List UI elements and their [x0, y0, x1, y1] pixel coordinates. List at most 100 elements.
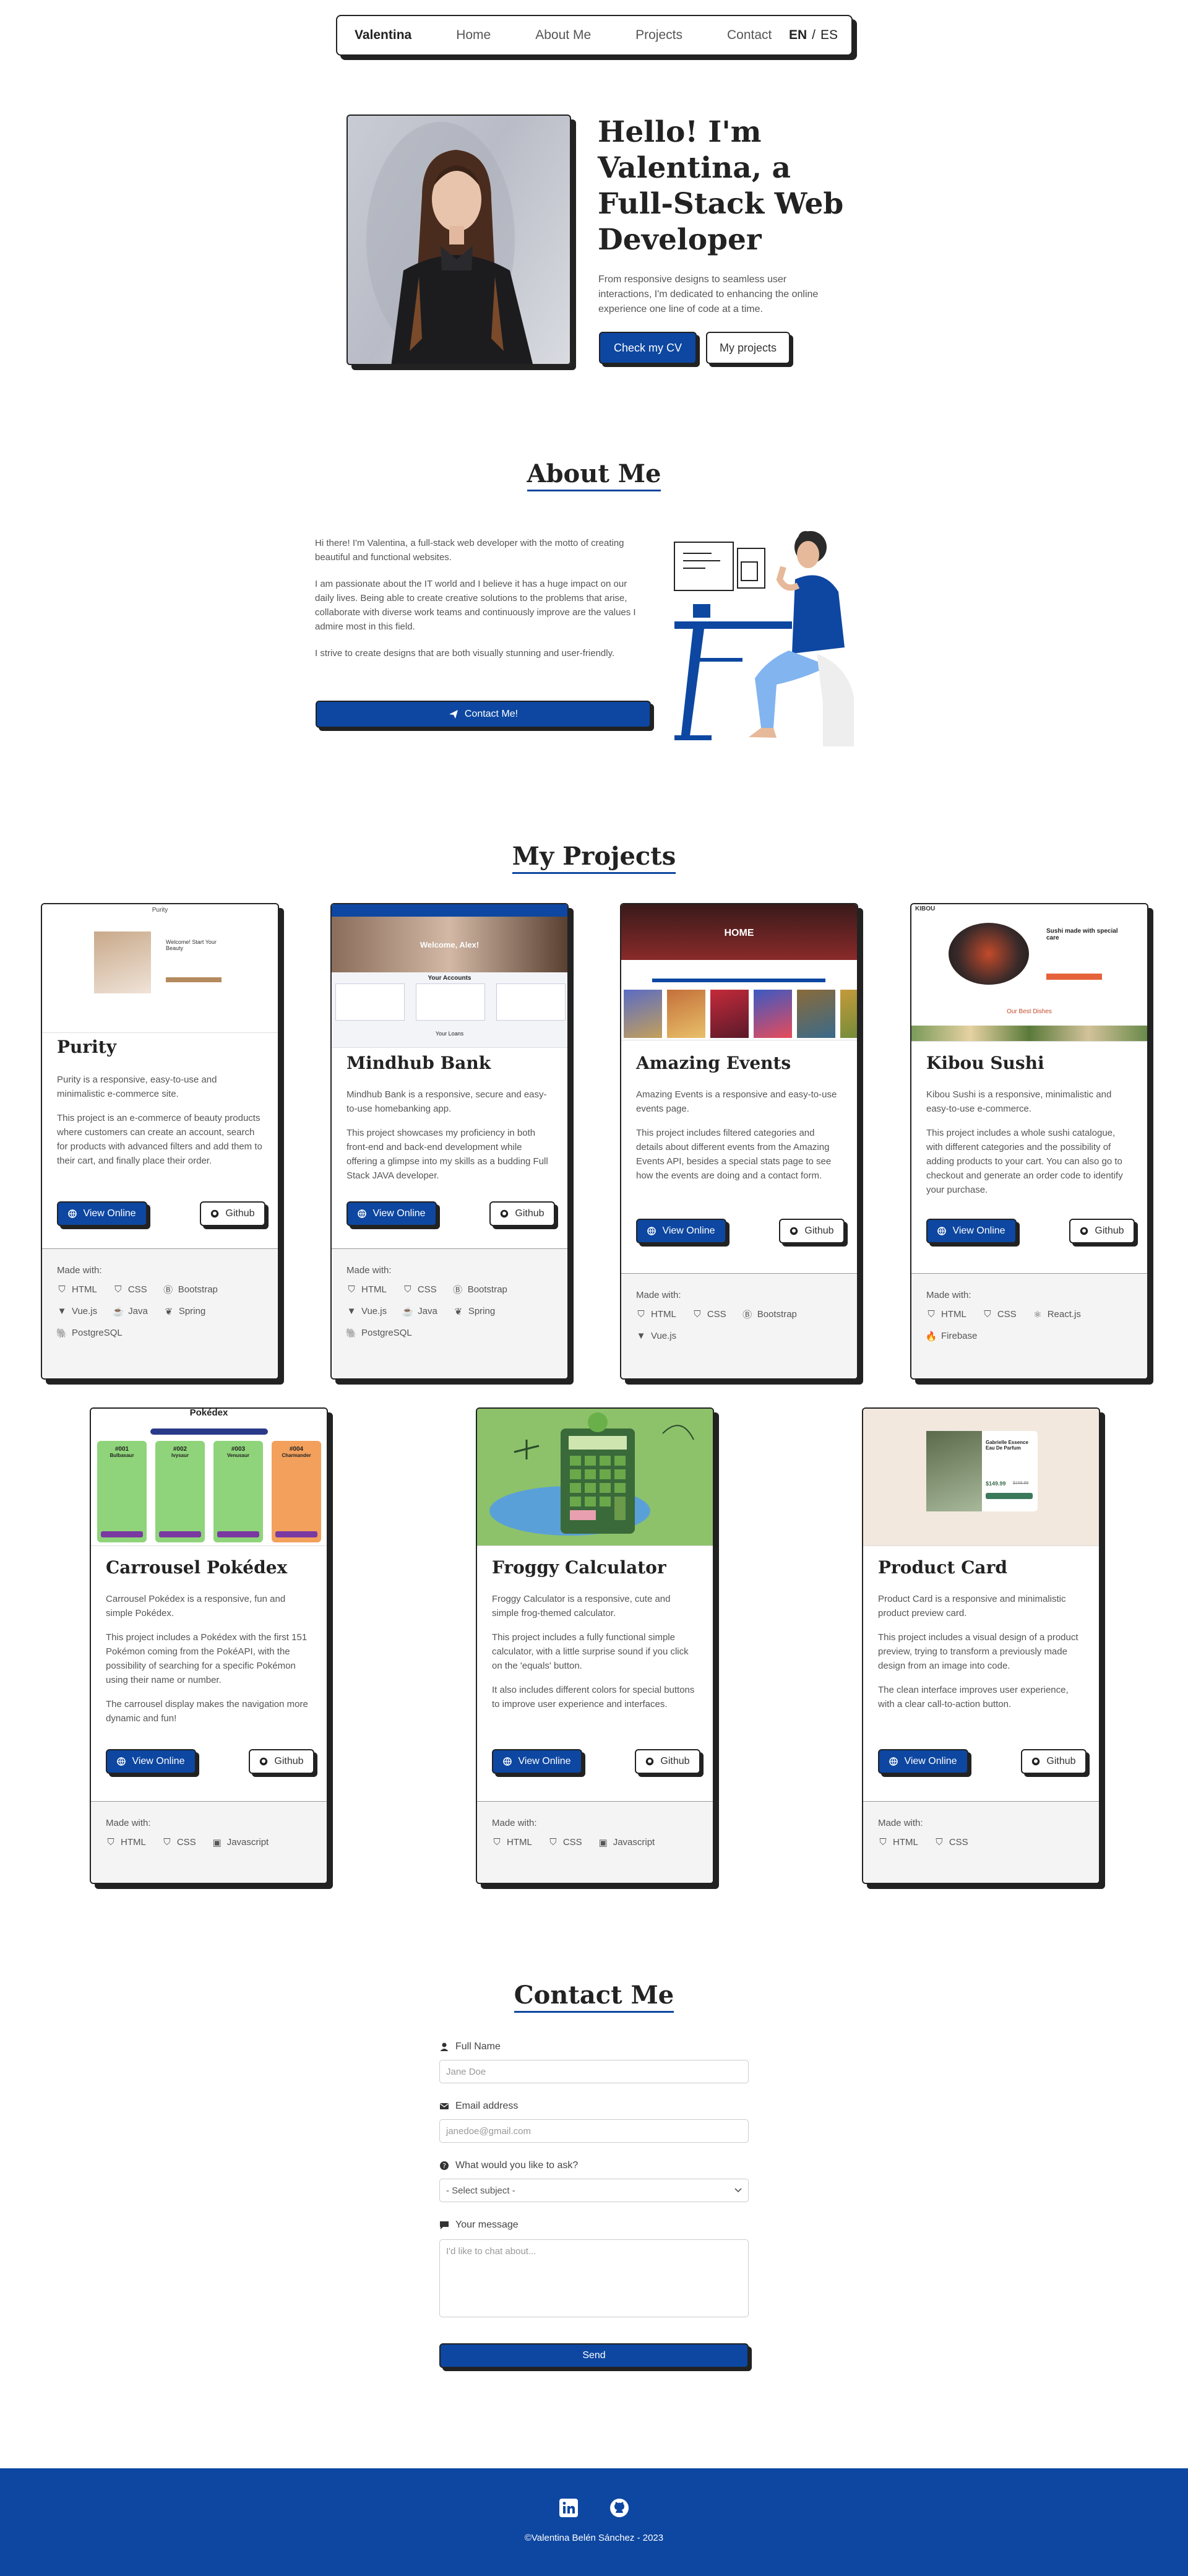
tech-label: React.js: [1047, 1309, 1081, 1320]
view-online-button[interactable]: View Online: [106, 1749, 196, 1774]
java-icon: ☕: [112, 1306, 124, 1317]
preview-perfume-image: [926, 1431, 982, 1511]
github-icon[interactable]: [609, 2498, 629, 2518]
project-title: Carrousel Pokédex: [106, 1557, 288, 1578]
lang-es[interactable]: ES: [820, 28, 838, 43]
view-online-button[interactable]: View Online: [492, 1749, 582, 1774]
view-online-label: View Online: [662, 1225, 715, 1236]
my-projects-button[interactable]: My projects: [706, 332, 790, 364]
tech-html: ⛉ HTML: [878, 1837, 918, 1848]
footer-social-links: [0, 2498, 1188, 2518]
linkedin-icon[interactable]: [559, 2498, 579, 2518]
project-description: Product Card is a responsive and minimal…: [878, 1592, 1084, 1721]
email-input[interactable]: janedoe@gmail.com: [439, 2119, 749, 2143]
tech-html: ⛉ HTML: [106, 1837, 145, 1848]
view-online-button[interactable]: View Online: [878, 1749, 968, 1774]
email-label: Email address: [439, 2101, 518, 2112]
preview-pokemon-card: #003 Venusaur: [213, 1441, 263, 1542]
lang-en[interactable]: EN: [789, 28, 807, 43]
message-icon: [440, 2221, 449, 2229]
project-description: Amazing Events is a responsive and easy-…: [636, 1087, 842, 1193]
github-button[interactable]: Github: [635, 1749, 700, 1774]
tech-javascript: ▣ Javascript: [598, 1837, 655, 1848]
tech-label: PostgreSQL: [72, 1328, 123, 1338]
nav-brand[interactable]: Valentina: [355, 28, 411, 43]
contact-me-button[interactable]: Contact Me!: [316, 701, 651, 728]
project-desc-paragraph: Product Card is a responsive and minimal…: [878, 1594, 1066, 1619]
made-with-label: Made with:: [878, 1818, 923, 1828]
tech-list: ⛉ HTML ⛉ CSS: [878, 1837, 1084, 1848]
github-label: Github: [1046, 1756, 1076, 1766]
github-button[interactable]: Github: [200, 1201, 265, 1226]
footer-copyright: ©Valentina Belén Sánchez - 2023: [524, 2533, 664, 2543]
subject-select[interactable]: - Select subject -: [439, 2179, 749, 2202]
view-online-button[interactable]: View Online: [926, 1219, 1017, 1243]
project-desc-paragraph: The clean interface improves user experi…: [878, 1685, 1069, 1709]
preview-logo: Purity: [152, 907, 168, 914]
tech-label: CSS: [127, 1284, 147, 1295]
preview-event-card: [840, 990, 857, 1038]
tech-label: CSS: [707, 1309, 726, 1320]
github-button[interactable]: Github: [1069, 1219, 1135, 1243]
nav-link-home[interactable]: Home: [456, 28, 491, 43]
check-cv-button[interactable]: Check my CV: [599, 332, 697, 364]
github-button[interactable]: Github: [249, 1749, 314, 1774]
globe-icon: [117, 1757, 126, 1766]
view-online-button[interactable]: View Online: [346, 1201, 437, 1226]
full-name-input[interactable]: Jane Doe: [439, 2060, 749, 2083]
project-desc-paragraph: Froggy Calculator is a responsive, cute …: [492, 1594, 671, 1619]
css3-icon: ⛉: [163, 1837, 171, 1848]
nav-link-projects[interactable]: Projects: [635, 28, 682, 43]
made-with-section: Made with: ⛉ HTML ⛉ CSS Ⓑ Bootstrap ▼ Vue.js…: [42, 1248, 278, 1378]
nav-link-contact[interactable]: Contact: [727, 28, 772, 43]
tech-list: ⛉ HTML ⛉ CSS ⚛ React.js 🔥 Firebase: [926, 1309, 1132, 1342]
preview-cta-bar: [1046, 974, 1102, 980]
lang-separator: /: [812, 28, 816, 42]
preview-old-price: $169.99: [1013, 1481, 1029, 1485]
css3-icon: ⛉: [936, 1837, 943, 1848]
tech-html: ⛉ HTML: [492, 1837, 532, 1848]
tech-vue: ▼ Vue.js: [636, 1331, 677, 1341]
tech-label: Vue.js: [651, 1331, 677, 1341]
github-label: Github: [804, 1225, 834, 1236]
preview-dishes-row: [911, 1026, 1147, 1041]
project-card-amazing-events: HOME Amazing Events Amazing Events is a …: [620, 903, 858, 1380]
project-title: Product Card: [878, 1557, 1007, 1578]
hero-portrait-photo: [346, 115, 571, 365]
github-button[interactable]: Github: [779, 1219, 845, 1243]
view-online-button[interactable]: View Online: [57, 1201, 147, 1226]
about-title-text: About Me: [527, 459, 661, 491]
nav-link-about[interactable]: About Me: [535, 28, 591, 43]
github-button[interactable]: Github: [1021, 1749, 1087, 1774]
project-description: Purity is a responsive, easy-to-use and …: [57, 1073, 263, 1178]
tech-label: Vue.js: [72, 1306, 98, 1316]
email-label-text: Email address: [455, 2101, 519, 2111]
project-desc-paragraph: Kibou Sushi is a responsive, minimalisti…: [926, 1089, 1112, 1114]
preview-pokemon-name: Venusaur: [226, 1453, 249, 1458]
send-button[interactable]: Send: [439, 2343, 749, 2368]
tech-label: CSS: [176, 1837, 196, 1848]
preview-cta-bar: [166, 977, 222, 982]
tech-label: CSS: [417, 1284, 437, 1295]
made-with-section: Made with: ⛉ HTML ⛉ CSS Ⓑ Bootstrap ▼ Vue.js…: [332, 1248, 567, 1378]
project-description: Carrousel Pokédex is a responsive, fun a…: [106, 1592, 312, 1735]
made-with-section: Made with: ⛉ HTML ⛉ CSS ⚛ React.js 🔥 Firebas…: [911, 1273, 1147, 1378]
preview-product-image: [94, 931, 151, 993]
bootstrap-icon: Ⓑ: [163, 1285, 173, 1295]
css3-icon: ⛉: [114, 1284, 122, 1295]
tech-label: Java: [128, 1306, 148, 1316]
css3-icon: ⛉: [404, 1284, 411, 1295]
project-desc-paragraph: This project includes a visual design of…: [878, 1632, 1078, 1671]
message-textarea[interactable]: I'd like to chat about...: [439, 2239, 749, 2317]
project-desc-paragraph: The carrousel display makes the navigati…: [106, 1699, 308, 1724]
tech-postgresql: 🐘 PostgreSQL: [346, 1328, 412, 1339]
chevron-down-icon: [734, 2188, 742, 2193]
view-online-button[interactable]: View Online: [636, 1219, 726, 1243]
view-online-label: View Online: [518, 1756, 571, 1766]
github-button[interactable]: Github: [489, 1201, 555, 1226]
postgresql-icon: 🐘: [56, 1328, 68, 1339]
project-card-carrousel-pokedex: Pokédex #001 Bulbasaur #002 Ivysaur #003 Venu…: [90, 1407, 328, 1884]
react-icon: ⚛: [1033, 1309, 1042, 1320]
github-icon: [646, 1757, 654, 1766]
tech-label: Bootstrap: [467, 1284, 507, 1295]
